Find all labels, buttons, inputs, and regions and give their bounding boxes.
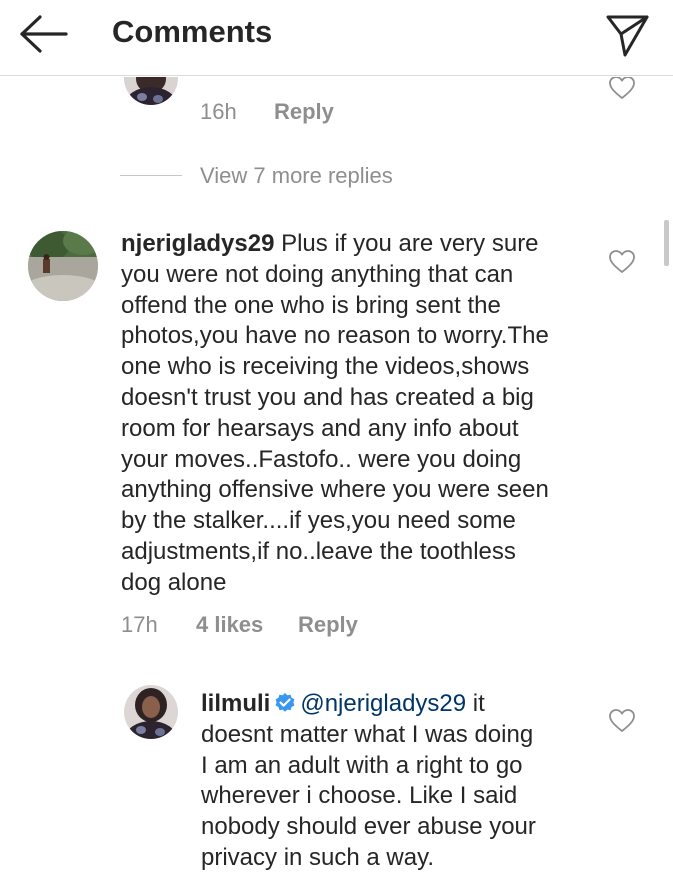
comment-line: you were not doing anything that can [121, 260, 514, 288]
heart-icon[interactable] [609, 709, 635, 733]
reply-button[interactable]: Reply [274, 99, 334, 125]
page-title: Comments [112, 14, 273, 49]
mention-link[interactable]: @njerigladys29 [300, 690, 466, 717]
arrow-left-icon [20, 15, 68, 53]
heart-icon[interactable] [609, 77, 635, 100]
comment-line: adjustments,if no..leave the toothless [121, 537, 516, 565]
view-more-replies-button[interactable]: View 7 more replies [200, 163, 393, 189]
share-button[interactable] [603, 11, 651, 59]
comment-line: nobody should ever abuse your [201, 813, 536, 841]
avatar[interactable] [124, 77, 178, 105]
comment-text: njerigladys29 Plus if you are very sure … [121, 229, 651, 599]
comment-timestamp: 16h [200, 99, 237, 124]
comment-line: wherever i choose. Like I said [201, 782, 518, 810]
avatar[interactable] [124, 685, 178, 739]
heart-icon[interactable] [609, 250, 635, 274]
comment-line: lilmuli @njerigladys29 it [201, 690, 485, 717]
comment-line: doesnt matter what I was doing [201, 720, 534, 748]
reply-text: lilmuli @njerigladys29 it doesnt matter w… [201, 689, 601, 874]
verified-badge-icon [275, 693, 295, 712]
comment-line: dog alone [121, 568, 227, 596]
comment-line: I am an adult with a right to go [201, 751, 523, 779]
comment-line: room for hearsays and any info about [121, 414, 519, 442]
comment-line: anything offensive where you were seen [121, 476, 549, 504]
comment-username[interactable]: lilmuli [201, 690, 270, 717]
header-bar: Comments [0, 0, 673, 76]
comment-line: njerigladys29 Plus if you are very sure [121, 230, 539, 257]
divider [120, 175, 182, 176]
comment-timestamp: 17h [121, 612, 158, 637]
scrollbar[interactable] [664, 220, 669, 266]
paper-plane-icon [606, 15, 649, 57]
comment-line: your moves..Fastofo.. were you doing [121, 445, 522, 473]
comment-username[interactable]: njerigladys29 [121, 230, 274, 257]
likes-count[interactable]: 4 likes [196, 612, 263, 638]
comment-line: one who is receiving the videos,shows [121, 353, 530, 381]
comment-line: privacy in such a way. [201, 843, 434, 871]
avatar[interactable] [28, 231, 98, 301]
back-button[interactable] [14, 12, 70, 56]
comment-line: by the stalker....if yes,you need some [121, 507, 516, 535]
comment-line: doesn't trust you and has created a big [121, 383, 534, 411]
comments-list[interactable]: 16h Reply View 7 more replies njeriglady… [0, 77, 673, 892]
comment-line: offend the one who is bring sent the [121, 291, 501, 319]
comment-line: photos,you have no reason to worry.The [121, 322, 549, 350]
reply-button[interactable]: Reply [298, 612, 358, 638]
